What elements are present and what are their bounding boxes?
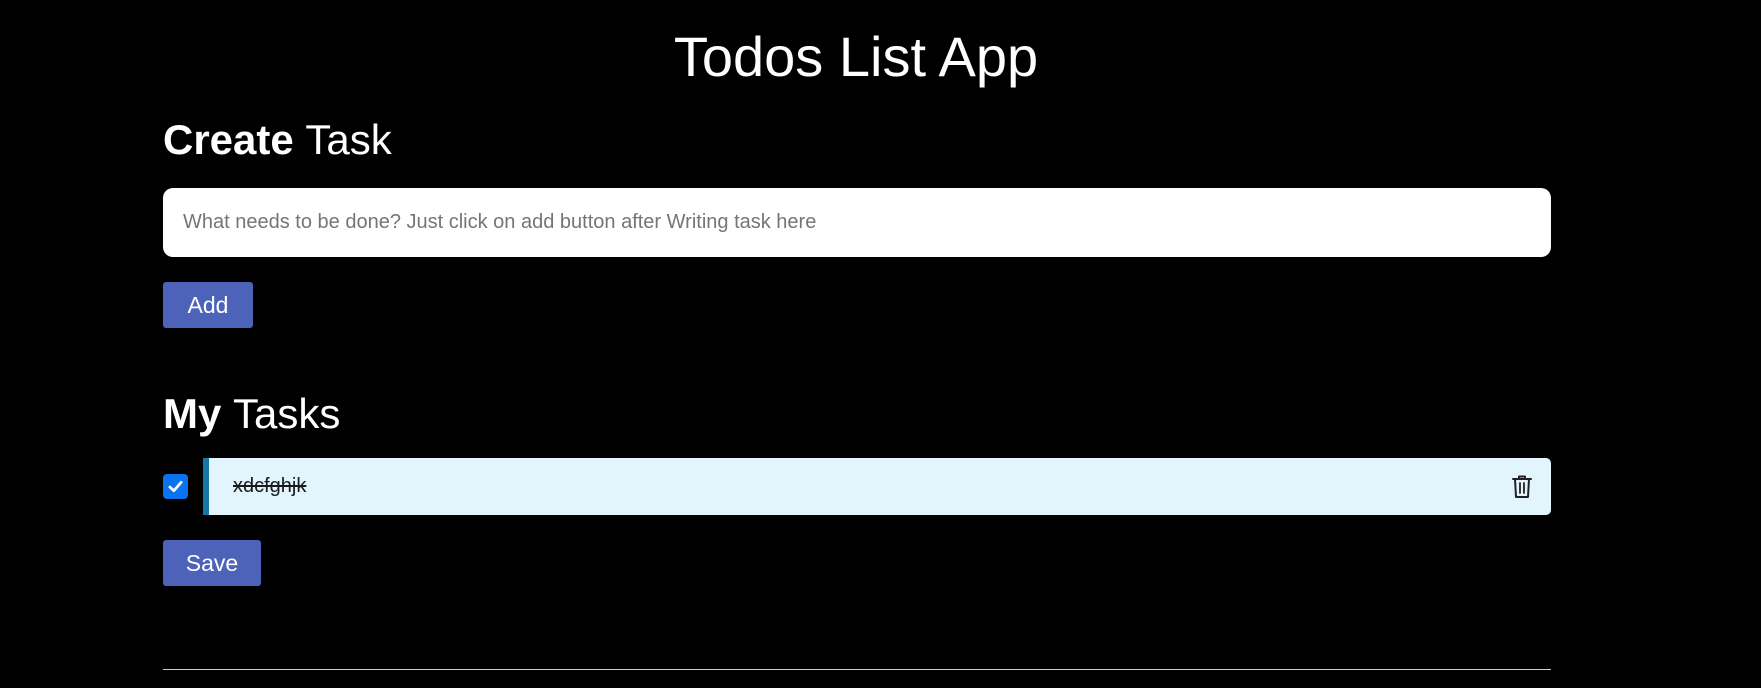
tasks-heading-strong: My	[163, 390, 222, 437]
create-heading-strong: Create	[163, 116, 294, 163]
my-tasks-heading: My Tasks	[163, 389, 340, 439]
task-label[interactable]: xdcfghjk	[233, 458, 306, 515]
save-button[interactable]: Save	[163, 540, 261, 586]
divider	[163, 669, 1551, 670]
app-title: Todos List App	[673, 25, 1039, 88]
add-button[interactable]: Add	[163, 282, 253, 328]
create-heading-light: Task	[305, 116, 392, 163]
check-icon	[168, 480, 183, 493]
task-item: xdcfghjk	[203, 458, 1551, 515]
tasks-heading-light: Tasks	[233, 390, 341, 437]
todo-app: Todos List App Create Task Add My Tasks …	[0, 0, 1761, 688]
trash-icon[interactable]	[1511, 474, 1533, 499]
task-checkbox[interactable]	[163, 474, 188, 499]
create-task-heading: Create Task	[163, 115, 392, 165]
new-task-input[interactable]	[163, 188, 1551, 257]
